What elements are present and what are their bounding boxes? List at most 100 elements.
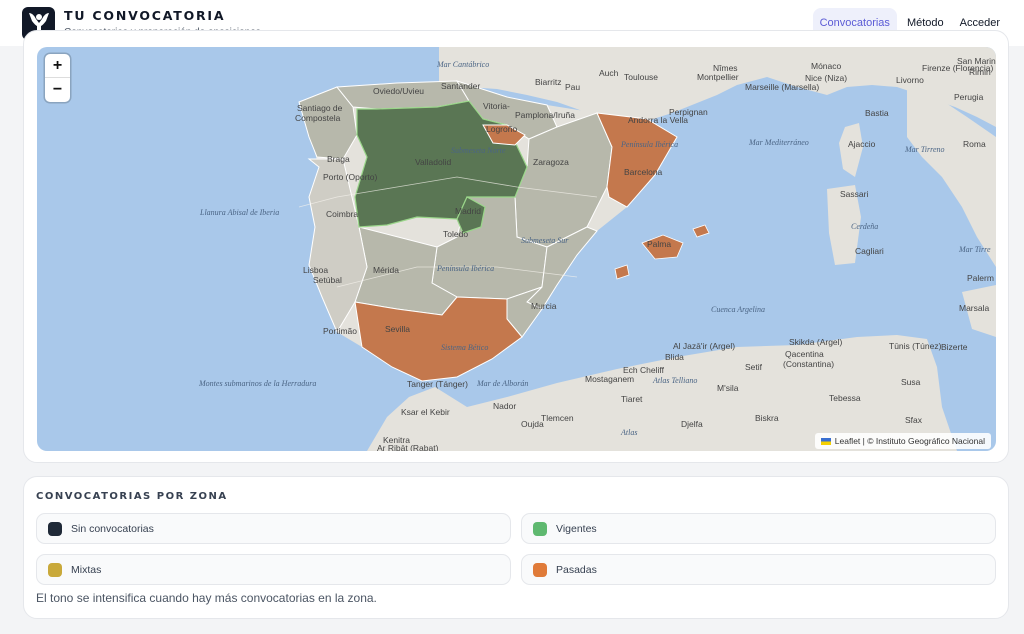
legend-label: Vigentes [556,522,597,535]
map-label-ksar: Ksar el Kebir [401,407,450,417]
map-label-roma: Roma [963,139,986,149]
map-label-submeseta-sur: Submeseta Sur [521,236,569,245]
legend-note: El tono se intensifica cuando hay más co… [36,591,377,605]
region-baleares-ibiza [614,264,630,280]
map-label-valladolid: Valladolid [415,157,452,167]
map-label-toulouse: Toulouse [624,72,658,82]
map-label-mar-tirreno: Mar Tirreno [904,145,945,154]
map-label-toledo: Toledo [443,229,468,239]
map-label-tlemcen: Tlemcen [541,413,574,423]
map-label-oviedo: Oviedo/Uvieu [373,86,424,96]
map-label-nador: Nador [493,401,516,411]
map-label-tebessa: Tebessa [829,393,861,403]
map-label-cerdena: Cerdeña [851,222,878,231]
map-label-merida: Mérida [373,265,399,275]
map-label-braga: Braga [327,154,350,164]
map-label-susa: Susa [901,377,921,387]
map-label-montes: Montes submarinos de la Herradura [198,379,316,388]
land-corsica [839,123,863,177]
zoom-in-button[interactable]: + [45,54,70,78]
map-label-portimao: Portimão [323,326,357,336]
map-label-santander: Santander [441,81,480,91]
map-label-mar-cantabrico: Mar Cantábrico [436,60,489,69]
map-label-barcelona: Barcelona [624,167,663,177]
legend-item-mixtas: Mixtas [36,554,511,585]
map-label-auch: Auch [599,68,619,78]
map-label-tanger: Tanger (Tánger) [407,379,468,389]
map-label-ajaccio: Ajaccio [848,139,876,149]
map-label-coimbra: Coimbra [326,209,358,219]
map-attribution: Leaflet | © Instituto Geográfico Naciona… [814,433,991,449]
map-label-atlas: Atlas [620,428,637,437]
map-label-atlas-telliano: Atlas Telliano [652,376,697,385]
map-label-oujda: Oujda [521,419,544,429]
map-label-djelfa: Djelfa [681,419,703,429]
map-label-san-marino: San Marino [957,56,996,66]
map-label-santiago-1: Santiago de [297,103,343,113]
map-label-marsala: Marsala [959,303,990,313]
map-label-montpellier: Montpellier [697,72,739,82]
map-label-sfax: Sfax [905,415,923,425]
map-label-mar-mediterraneo: Mar Mediterráneo [748,138,809,147]
legend-swatch [533,521,547,536]
zoom-out-button[interactable]: − [45,78,70,102]
map-label-marseille: Marseille (Marsella) [745,82,819,92]
map-label-murcia: Murcia [531,301,557,311]
map-label-livorno: Livorno [896,75,924,85]
map-label-llanura: Llanura Abisal de Iberia [199,208,279,217]
legend-card: CONVOCATORIAS POR ZONA Sin convocatorias… [23,476,1009,619]
zoom-control: + − [45,54,70,102]
legend-item-sin-convocatorias: Sin convocatorias [36,513,511,544]
map-label-bizerte: Bizerte [941,342,968,352]
map-label-biskra: Biskra [755,413,779,423]
map-label-rabat: Ar Ribāt (Rabat) [377,443,439,451]
map-label-cagliari: Cagliari [855,246,884,256]
map-label-palerm: Palerm [967,273,994,283]
map-label-mostaganem: Mostaganem [585,374,634,384]
map-label-submeseta-norte: Submeseta Norte [451,146,506,155]
map-label-sevilla: Sevilla [385,324,410,334]
map-label-perugia: Perugia [954,92,984,102]
map-label-vitoria: Vitoria- [483,101,510,111]
legend-label: Pasadas [556,563,597,576]
ukraine-flag-icon [820,437,831,445]
map-label-setubal: Setúbal [313,275,342,285]
map-label-setif: Setif [745,362,763,372]
legend-item-pasadas: Pasadas [521,554,996,585]
map-label-palma: Palma [647,239,671,249]
map-label-pau: Pau [565,82,580,92]
legend-swatch [48,562,62,577]
map-label-lisboa: Lisboa [303,265,328,275]
map-label-skikda: Skikda (Argel) [789,337,843,347]
legend-label: Sin convocatorias [71,522,154,535]
map-label-cuenca-argelina: Cuenca Argelina [711,305,765,314]
map-label-mar-alboran: Mar de Alborán [476,379,528,388]
map-card: Mar Cantábrico Santander Oviedo/Uvieu Santi… [23,30,1009,463]
legend-label: Mixtas [71,563,102,576]
map-label-qacentina-1: Qacentina [785,349,824,359]
map-label-tiaret: Tiaret [621,394,643,404]
legend-swatch [48,521,62,536]
map-view[interactable]: Mar Cantábrico Santander Oviedo/Uvieu Santi… [37,47,996,451]
map-label-sassari: Sassari [840,189,868,199]
map-label-pamplona: Pamplona/Iruña [515,110,575,120]
map-label-perpignan: Perpignan [669,107,708,117]
map-label-porto: Porto (Oporto) [323,172,377,182]
map-label-monaco: Mónaco [811,61,842,71]
map-label-msila: M'sila [717,383,739,393]
map-label-qacentina-2: (Constantina) [783,359,834,369]
brand-title: TU CONVOCATORIA [64,8,226,23]
map-label-alger: Al Jazā'ir (Argel) [673,341,735,351]
legend-title: CONVOCATORIAS POR ZONA [36,491,228,502]
map-label-tunis: Tūnis (Túnez) [889,341,942,351]
map-label-peninsula-iberica-ne: Península Ibérica [620,140,678,149]
map-label-madrid: Madrid [455,206,481,216]
region-baleares-menorca [692,224,710,238]
attribution-text[interactable]: Leaflet | © Instituto Geográfico Naciona… [835,436,985,446]
map-label-rimini: Rimin [969,67,991,77]
map-label-biarritz: Biarritz [535,77,561,87]
map-label-sistema-betico: Sistema Bético [441,343,488,352]
map-label-santiago-2: Compostela [295,113,341,123]
map-label-zaragoza: Zaragoza [533,157,569,167]
map-label-peninsula-iberica: Península Ibérica [436,264,494,273]
